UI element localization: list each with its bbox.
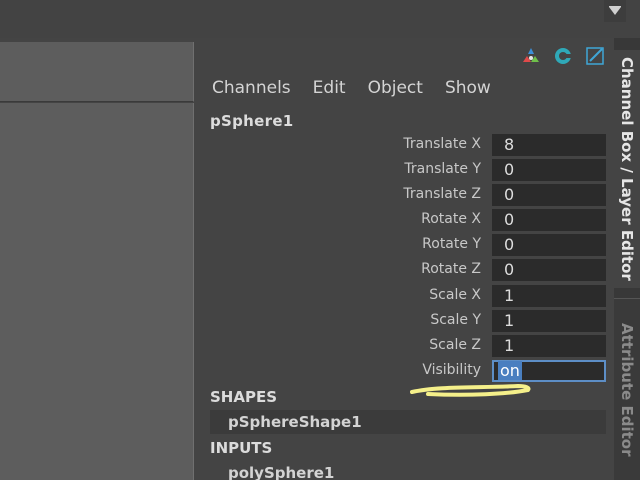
attr-label[interactable]: Rotate Y	[422, 236, 481, 252]
channel-box: Channels Edit Object Show pSphere1 Trans…	[200, 38, 614, 480]
attr-value-field[interactable]: 0	[492, 184, 606, 206]
layer-editor-icon[interactable]	[552, 45, 574, 67]
attr-label[interactable]: Rotate X	[421, 211, 481, 227]
object-name[interactable]: pSphere1	[210, 112, 294, 130]
viewport-panel-header	[0, 42, 194, 102]
shape-item[interactable]: pSphereShape1	[210, 410, 606, 434]
channel-toggle-icon[interactable]	[520, 45, 542, 67]
attr-row-scale-x: Scale X 1	[200, 285, 614, 307]
attr-row-scale-z: Scale Z 1	[200, 335, 614, 357]
attr-label[interactable]: Visibility	[422, 362, 481, 378]
menu-channels[interactable]: Channels	[212, 78, 291, 100]
channel-box-toolbar	[520, 44, 606, 68]
inputs-header: INPUTS	[210, 439, 273, 457]
attr-row-translate-z: Translate Z 0	[200, 184, 614, 206]
attr-value-field[interactable]: 1	[492, 310, 606, 332]
shapes-header: SHAPES	[210, 388, 278, 406]
attr-value-field[interactable]: 0	[492, 259, 606, 281]
tab-channel-box-layer-editor[interactable]: Channel Box / Layer Editor	[614, 50, 640, 288]
attr-value-field[interactable]: 0	[492, 159, 606, 181]
chevron-down-icon	[609, 6, 621, 15]
attr-value-field[interactable]: 8	[492, 134, 606, 156]
attribute-editor-icon[interactable]	[584, 45, 606, 67]
attr-row-scale-y: Scale Y 1	[200, 310, 614, 332]
top-strip	[0, 0, 640, 38]
attr-row-translate-x: Translate X 8	[200, 134, 614, 156]
menu-show[interactable]: Show	[445, 78, 491, 100]
tab-label: Channel Box / Layer Editor	[618, 57, 636, 281]
attr-label[interactable]: Translate Z	[403, 186, 481, 202]
tab-attribute-editor[interactable]: Attribute Editor	[614, 298, 640, 480]
viewport-panel-body[interactable]	[0, 103, 194, 480]
scroll-down-button[interactable]	[604, 0, 626, 22]
channel-box-menubar: Channels Edit Object Show	[212, 78, 491, 100]
attr-row-visibility: Visibility on	[200, 360, 614, 382]
input-item[interactable]: polySphere1	[210, 461, 606, 480]
attr-label[interactable]: Scale Z	[429, 337, 481, 353]
viewport-panel[interactable]	[0, 40, 200, 480]
tab-label: Attribute Editor	[618, 322, 636, 457]
attr-row-translate-y: Translate Y 0	[200, 159, 614, 181]
attr-value-field[interactable]: 0	[492, 209, 606, 231]
side-tabs: Channel Box / Layer Editor Attribute Edi…	[614, 38, 640, 480]
attr-label[interactable]: Scale Y	[430, 312, 481, 328]
menu-object[interactable]: Object	[368, 78, 423, 100]
attr-value-field[interactable]: 1	[492, 285, 606, 307]
attr-label[interactable]: Rotate Z	[421, 261, 481, 277]
attr-label[interactable]: Translate X	[403, 136, 481, 152]
attr-value-field[interactable]: 1	[492, 335, 606, 357]
attr-label[interactable]: Scale X	[429, 287, 481, 303]
attr-row-rotate-x: Rotate X 0	[200, 209, 614, 231]
attr-value-field[interactable]: 0	[492, 234, 606, 256]
attr-label[interactable]: Translate Y	[404, 161, 481, 177]
yellow-underline-annotation	[410, 383, 531, 397]
attr-row-rotate-z: Rotate Z 0	[200, 259, 614, 281]
menu-edit[interactable]: Edit	[313, 78, 346, 100]
attr-row-rotate-y: Rotate Y 0	[200, 234, 614, 256]
